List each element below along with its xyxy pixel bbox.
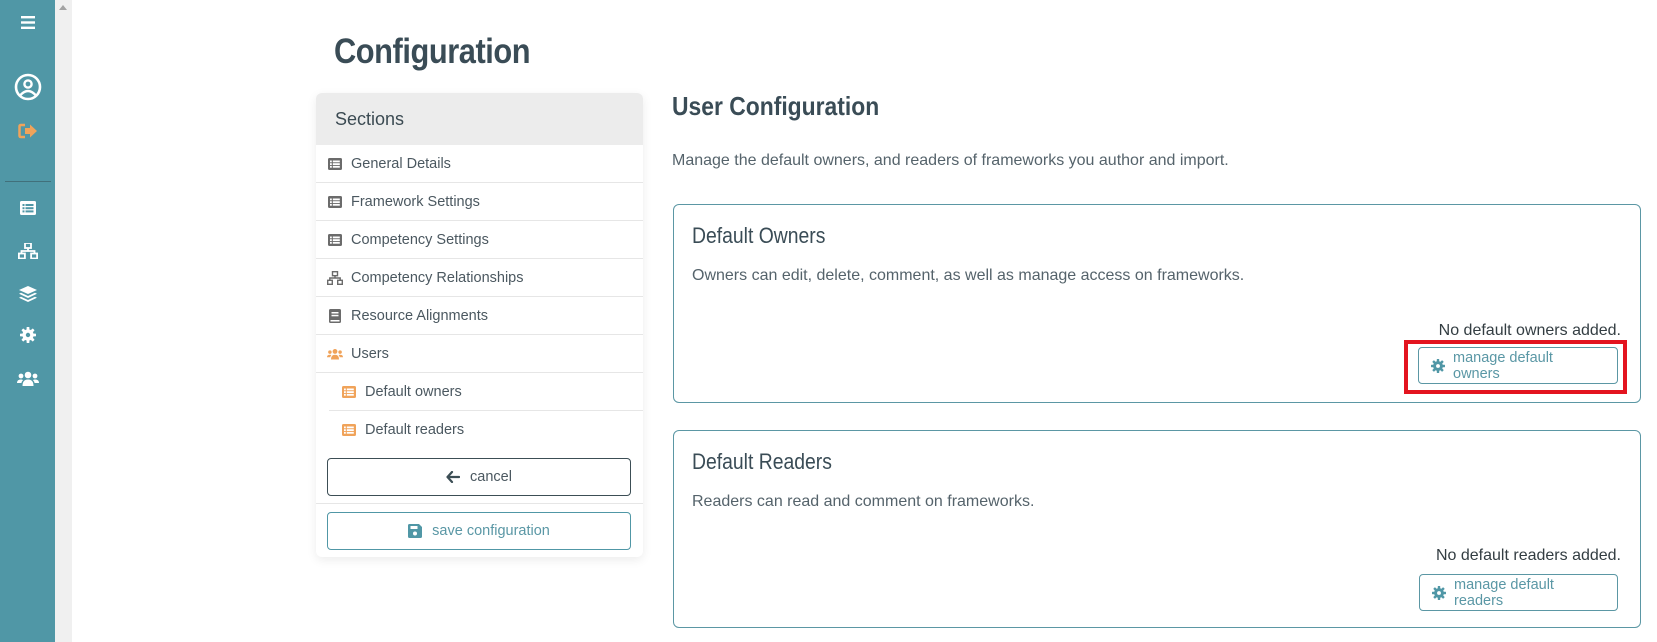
arrow-left-icon [446, 471, 461, 483]
section-item-competency-relationships[interactable]: Competency Relationships [316, 259, 643, 297]
button-label: manage default owners [1453, 349, 1553, 382]
section-subitem-default-owners[interactable]: Default owners [329, 373, 643, 411]
section-item-label: Competency Settings [351, 231, 489, 248]
cancel-button[interactable]: cancel [327, 458, 631, 496]
sitemap-icon [327, 270, 343, 286]
save-label: save configuration [432, 523, 550, 539]
manage-default-owners-button[interactable]: manage default owners [1418, 347, 1618, 384]
section-item-label: Competency Relationships [351, 269, 524, 286]
save-icon [408, 524, 423, 538]
book-icon [327, 308, 343, 324]
scroll-up-arrow-icon[interactable] [59, 5, 67, 10]
empty-state-text: No default readers added. [1435, 547, 1621, 564]
gear-icon [1432, 585, 1446, 600]
section-item-resource-alignments[interactable]: Resource Alignments [316, 297, 643, 335]
section-item-label: Framework Settings [351, 193, 480, 210]
nav-separator [5, 181, 51, 182]
empty-state-text: No default owners added. [1438, 322, 1621, 339]
user-configuration-title: User Configuration [672, 91, 880, 121]
default-readers-card: Default Readers Readers can read and com… [673, 430, 1641, 628]
sections-header: Sections [316, 93, 643, 145]
users-icon[interactable] [0, 366, 55, 390]
manage-default-readers-button[interactable]: manage default readers [1419, 574, 1618, 611]
panel-divider [316, 503, 643, 504]
layers-icon[interactable] [0, 282, 55, 306]
save-configuration-button[interactable]: save configuration [327, 512, 631, 550]
section-item-framework-settings[interactable]: Framework Settings [316, 183, 643, 221]
button-label: manage default readers [1454, 576, 1554, 609]
list-icon [327, 194, 343, 210]
list-icon [327, 232, 343, 248]
gear-icon [1431, 358, 1445, 373]
hamburger-menu-icon[interactable] [0, 10, 55, 34]
sign-out-icon[interactable] [0, 119, 55, 143]
default-owners-card: Default Owners Owners can edit, delete, … [673, 204, 1641, 403]
card-title: Default Owners [692, 223, 826, 248]
card-title: Default Readers [692, 449, 832, 474]
page-title: Configuration [334, 32, 531, 71]
section-item-users[interactable]: Users [316, 335, 643, 373]
section-item-label: Default owners [365, 383, 462, 400]
sitemap-icon[interactable] [0, 239, 55, 263]
card-description: Readers can read and comment on framewor… [692, 493, 1035, 510]
user-configuration-intro: Manage the default owners, and readers o… [672, 152, 1229, 169]
list-icon [327, 156, 343, 172]
section-item-competency-settings[interactable]: Competency Settings [316, 221, 643, 259]
section-subitem-default-readers[interactable]: Default readers [329, 411, 643, 449]
section-item-label: Users [351, 345, 389, 362]
list-icon[interactable] [0, 196, 55, 220]
section-item-label: Default readers [365, 422, 465, 438]
sections-panel: Sections General Details Framework Setti… [316, 93, 643, 557]
section-item-label: General Details [351, 155, 451, 172]
nav-rail [0, 0, 55, 642]
list-icon [341, 422, 357, 438]
user-circle-icon[interactable] [0, 73, 55, 101]
users-icon [327, 346, 343, 362]
card-description: Owners can edit, delete, comment, as wel… [692, 267, 1245, 284]
section-item-general-details[interactable]: General Details [316, 145, 643, 183]
scrollbar[interactable] [55, 0, 72, 642]
list-icon [341, 384, 357, 400]
gear-icon[interactable] [0, 323, 55, 347]
cancel-label: cancel [470, 469, 512, 485]
section-item-label: Resource Alignments [351, 307, 489, 324]
